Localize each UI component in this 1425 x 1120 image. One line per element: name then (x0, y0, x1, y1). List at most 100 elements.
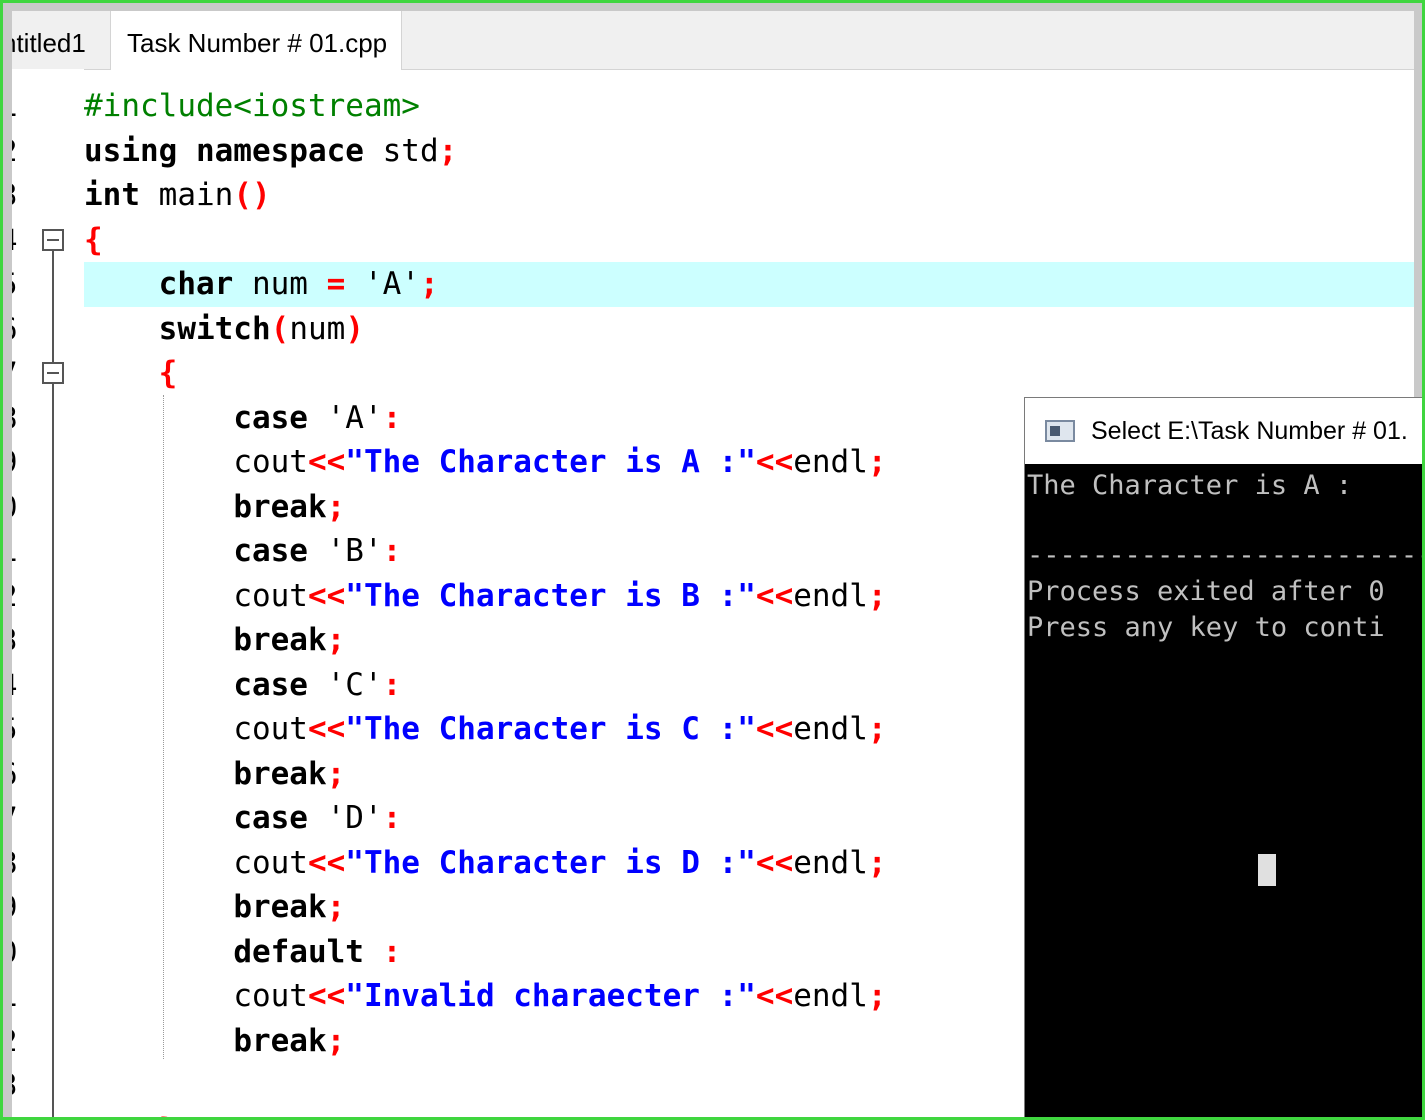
identifier: endl (793, 978, 868, 1014)
symbol: << (307, 711, 346, 747)
keyword: int (84, 177, 140, 213)
identifier: main (140, 177, 234, 213)
symbol: ; (867, 577, 887, 614)
code-line-2: using namespace std; (84, 129, 1414, 174)
symbol: : (363, 933, 402, 970)
symbol: ; (326, 488, 346, 525)
symbol: ; (419, 266, 439, 302)
line-number: 1 (12, 84, 40, 129)
line-number: 4 (12, 663, 40, 708)
line-number: 0 (12, 930, 40, 975)
symbol: ; (867, 444, 887, 480)
console-line: -------------------------------- (1027, 540, 1422, 571)
tab-bar: ntitled1 Task Number # 01.cpp (12, 11, 1414, 70)
tab-task-number-01[interactable]: Task Number # 01.cpp (110, 11, 402, 70)
identifier: num (233, 266, 327, 302)
code-line-4: { (84, 218, 1414, 263)
symbol: { (84, 221, 103, 258)
symbol: : (382, 399, 402, 436)
identifier: endl (793, 577, 868, 614)
char-literal: 'A' (345, 266, 420, 302)
keyword: case (233, 533, 308, 569)
console-window[interactable]: Select E:\Task Number # 01. The Characte… (1024, 397, 1422, 1117)
symbol: ; (326, 889, 346, 925)
symbol: ; (326, 755, 346, 792)
symbol: = (326, 266, 346, 302)
line-number: 0 (12, 485, 40, 530)
identifier: cout (233, 844, 308, 881)
string-literal: "The Character is B :" (345, 577, 756, 614)
code-line-5-current: char num = 'A'; (84, 262, 1414, 307)
line-number: 2 (12, 129, 40, 174)
keyword: case (233, 800, 308, 836)
symbol: << (755, 444, 794, 480)
symbol: << (755, 577, 794, 614)
symbol: ; (326, 622, 346, 658)
line-number: 5 (12, 707, 40, 752)
symbol: << (307, 444, 346, 480)
identifier: endl (793, 711, 868, 747)
symbol: ; (867, 978, 887, 1014)
console-title: Select E:\Task Number # 01. (1091, 417, 1408, 445)
keyword: default (233, 933, 364, 970)
line-number: 2 (12, 574, 40, 619)
console-output[interactable]: The Character is A : -------------------… (1025, 464, 1422, 1117)
line-number: 2 (12, 1019, 40, 1064)
line-number: 1 (12, 529, 40, 574)
screenshot-frame: ntitled1 Task Number # 01.cpp 1 2 3 4 5 … (0, 0, 1425, 1120)
line-number: 3 (12, 173, 40, 218)
code-line-3: int main() (84, 173, 1414, 218)
symbol: << (307, 577, 346, 614)
symbol: << (755, 844, 794, 881)
line-number-gutter: 1 2 3 4 5 6 7 8 9 0 1 2 3 4 5 6 7 8 9 0 … (12, 69, 84, 1118)
keyword: switch (158, 310, 271, 347)
keyword: break (233, 889, 327, 925)
console-cursor (1258, 854, 1276, 886)
keyword: case (233, 399, 308, 436)
symbol: ; (867, 711, 887, 747)
identifier: num (289, 310, 346, 347)
symbol: ) (345, 310, 364, 347)
symbol: ( (270, 310, 290, 347)
fold-guide-line (52, 384, 54, 1117)
string-literal: "The Character is D :" (345, 844, 756, 881)
symbol: : (382, 533, 402, 569)
char-literal: 'A' (307, 399, 383, 436)
code-line-1: #include<iostream> (84, 84, 1414, 129)
fold-collapse-icon[interactable] (42, 362, 64, 384)
console-line: The Character is A : (1027, 470, 1353, 501)
symbol: << (307, 978, 346, 1014)
identifier: endl (793, 844, 868, 881)
line-number: 3 (12, 1063, 40, 1108)
line-number: 8 (12, 841, 40, 886)
keyword: break (233, 1022, 327, 1059)
char-literal: 'B' (307, 533, 383, 569)
line-number: 6 (12, 307, 40, 352)
identifier: cout (233, 711, 308, 747)
keyword: break (233, 488, 327, 525)
keyword: case (233, 666, 308, 703)
symbol: << (307, 844, 346, 881)
keyword: break (233, 755, 327, 792)
preprocessor-directive: #include<iostream> (84, 88, 420, 124)
fold-collapse-icon[interactable] (42, 229, 64, 251)
code-line-7: { (84, 351, 1414, 396)
line-number: 4 (12, 1108, 40, 1118)
console-title-bar[interactable]: Select E:\Task Number # 01. (1025, 398, 1422, 464)
keyword: break (233, 622, 327, 658)
string-literal: "The Character is A :" (345, 444, 756, 480)
identifier: cout (233, 444, 308, 480)
fold-guide-line (52, 251, 54, 362)
line-number: 1 (12, 974, 40, 1019)
symbol: () (233, 177, 271, 213)
symbol: << (755, 711, 794, 747)
symbol: } (159, 1112, 178, 1118)
identifier: std (363, 132, 439, 169)
tab-untitled1[interactable]: ntitled1 (12, 11, 110, 69)
symbol: : (382, 666, 402, 703)
console-line: Press any key to conti (1027, 612, 1385, 643)
line-number: 5 (12, 262, 40, 307)
symbol: << (755, 978, 794, 1014)
string-literal: "The Character is C :" (345, 711, 756, 747)
line-number: 7 (12, 351, 40, 396)
